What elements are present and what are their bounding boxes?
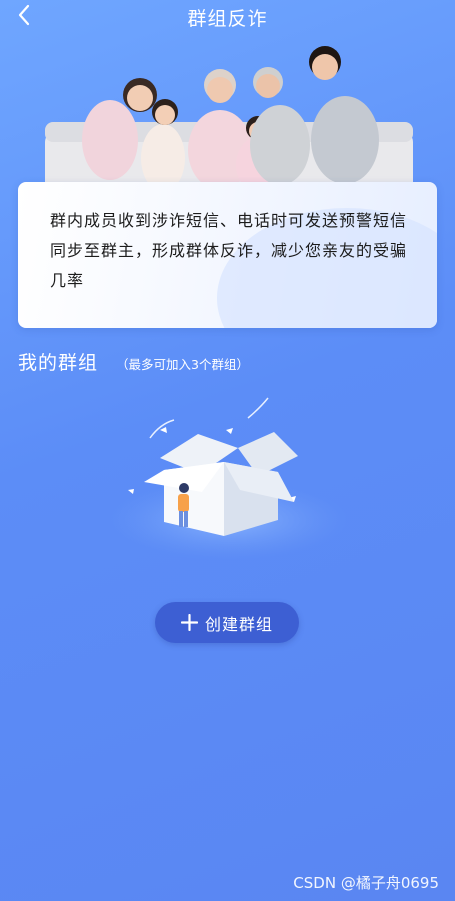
info-card: 群内成员收到涉诈短信、电话时可发送预警短信同步至群主，形成群体反诈，减少您亲友的… xyxy=(18,182,437,328)
empty-box-illustration xyxy=(98,390,358,570)
family-photo xyxy=(0,40,455,193)
page-title: 群组反诈 xyxy=(187,8,268,30)
create-group-label: 创建群组 xyxy=(204,614,273,634)
create-group-button[interactable]: 创建群组 xyxy=(155,602,299,643)
watermark: CSDN @橘子舟0695 xyxy=(293,874,439,892)
my-groups-subtitle: （最多可加入3个群组） xyxy=(116,357,249,372)
top-bar: 群组反诈 xyxy=(0,0,455,32)
info-description: 群内成员收到涉诈短信、电话时可发送预警短信同步至群主，形成群体反诈，减少您亲友的… xyxy=(50,211,408,290)
my-groups-title: 我的群组 xyxy=(18,352,99,374)
plus-icon xyxy=(180,613,199,632)
